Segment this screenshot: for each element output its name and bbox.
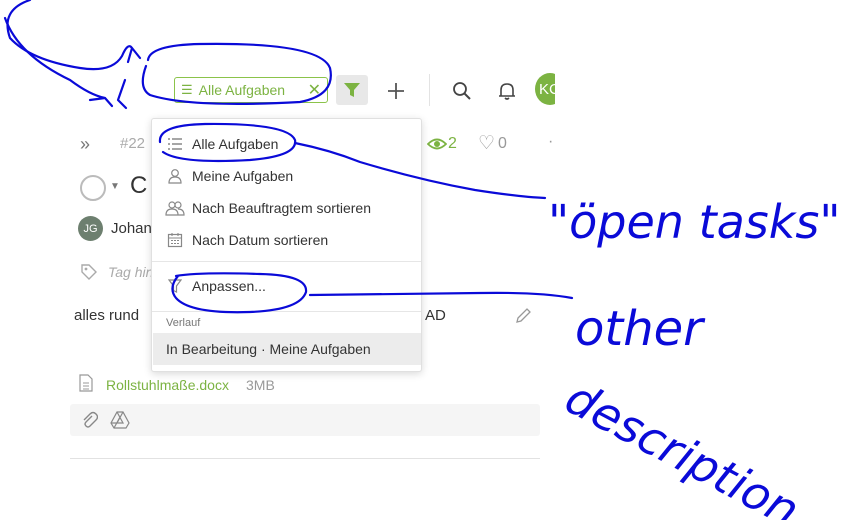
plus-icon xyxy=(388,83,404,99)
watchers-eye-icon[interactable] xyxy=(426,137,448,156)
hand-drawn-arrow xyxy=(6,0,142,71)
expand-panel-icon[interactable]: » xyxy=(80,134,90,155)
filter-chip[interactable]: ☰ Alle Aufgaben ✕ xyxy=(174,77,328,103)
menu-item-label: Nach Datum sortieren xyxy=(192,232,329,248)
list-icon xyxy=(165,134,185,154)
calendar-icon xyxy=(165,230,185,250)
attachment-size: 3MB xyxy=(246,377,275,393)
menu-item-my-tasks[interactable]: Meine Aufgaben xyxy=(152,161,421,191)
menu-item-all-tasks[interactable]: Alle Aufgaben xyxy=(152,129,421,159)
description-text-end[interactable]: AD xyxy=(425,307,446,324)
search-icon xyxy=(453,82,471,100)
menu-item-label: Anpassen... xyxy=(192,278,266,294)
right-blank-area xyxy=(555,0,861,520)
filter-button[interactable] xyxy=(336,75,368,105)
more-options-icon[interactable]: · xyxy=(548,133,553,151)
filter-dropdown-menu: Alle Aufgaben Meine Aufgaben Nach Beauft… xyxy=(151,118,422,372)
users-icon xyxy=(165,198,185,218)
complete-task-checkbox[interactable] xyxy=(80,175,106,201)
edit-pencil-icon[interactable] xyxy=(514,307,532,330)
hand-drawn-arrow xyxy=(3,16,128,110)
list-icon: ☰ xyxy=(181,82,193,97)
description-text-start[interactable]: alles rund xyxy=(74,307,139,324)
menu-item-label: Nach Beauftragtem sortieren xyxy=(192,200,371,216)
tag-icon xyxy=(80,263,98,286)
assignee-initials: JG xyxy=(83,222,98,235)
history-heading: Verlauf xyxy=(166,317,201,329)
assignee-avatar[interactable]: JG xyxy=(78,216,103,241)
menu-item-label: Alle Aufgaben xyxy=(192,136,279,152)
menu-item-sort-date[interactable]: Nach Datum sortieren xyxy=(152,225,421,255)
clear-filter-icon[interactable]: ✕ xyxy=(308,80,321,100)
menu-separator xyxy=(152,311,421,312)
file-icon xyxy=(79,374,93,397)
funnel-icon xyxy=(344,83,360,97)
assignee-name[interactable]: Johan xyxy=(111,220,152,237)
menu-item-label: Meine Aufgaben xyxy=(192,168,294,184)
divider-line xyxy=(70,458,540,459)
bell-icon xyxy=(499,83,515,100)
chevron-down-icon[interactable]: ▼ xyxy=(110,181,120,192)
toolbar-divider xyxy=(429,74,430,106)
task-id: #22 xyxy=(120,135,146,152)
notifications-button[interactable] xyxy=(494,78,520,104)
user-icon xyxy=(165,166,185,186)
paperclip-icon[interactable] xyxy=(80,411,99,434)
likes-count: 0 xyxy=(498,135,507,152)
tags-input[interactable]: Tag hin xyxy=(108,264,153,280)
search-button[interactable] xyxy=(449,78,475,104)
menu-item-sort-assignee[interactable]: Nach Beauftragtem sortieren xyxy=(152,193,421,223)
history-item[interactable]: In Bearbeitung · Meine Aufgaben xyxy=(153,333,421,365)
funnel-outline-icon xyxy=(165,276,185,296)
task-title[interactable]: C xyxy=(130,172,147,200)
google-drive-icon[interactable] xyxy=(110,411,130,434)
heart-icon[interactable]: ♡ xyxy=(478,134,495,153)
watchers-count: 2 xyxy=(448,135,457,152)
attachment-toolbar xyxy=(70,404,540,436)
filter-chip-label: Alle Aufgaben xyxy=(198,82,286,98)
attachment-link[interactable]: Rollstuhlmaße.docx xyxy=(106,377,229,393)
add-button[interactable] xyxy=(383,78,409,104)
menu-separator xyxy=(152,261,421,262)
menu-item-customize[interactable]: Anpassen... xyxy=(152,271,421,301)
